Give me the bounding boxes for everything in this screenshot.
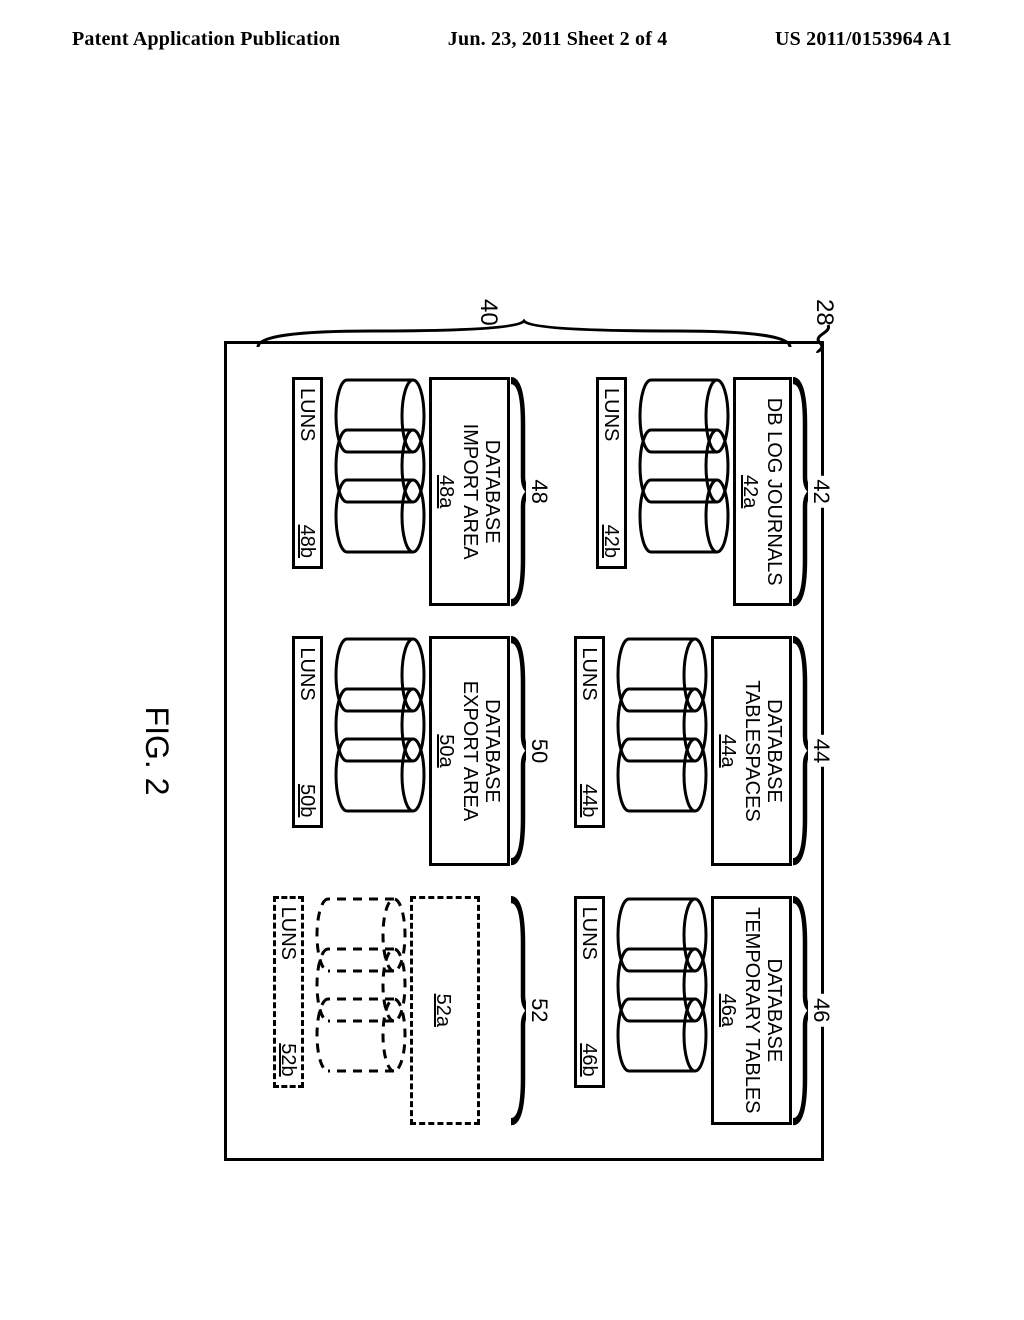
luns-box: LUNS 42b	[596, 377, 627, 569]
outer-ref-label: 28	[810, 299, 838, 326]
cylinder-row	[633, 377, 725, 606]
group-title-box: DATABASETEMPORARY TABLES 46a	[711, 896, 792, 1125]
group-title-box: DATABASEEXPORT AREA 50a	[429, 636, 510, 865]
header-right: US 2011/0153964 A1	[775, 28, 952, 51]
luns-box: LUNS 52b	[273, 896, 304, 1088]
storage-group: 50 DATABASEEXPORT AREA 50a LUNS 50b	[246, 624, 516, 877]
group-ref-label: 48	[526, 475, 552, 507]
group-title-ref: 46a	[716, 905, 739, 1116]
group-title-ref: 42a	[738, 386, 761, 597]
luns-label: LUNS	[577, 647, 600, 700]
group-title-box: DATABASEIMPORT AREA 48a	[429, 377, 510, 606]
group-title: DATABASETEMPORARY TABLES	[741, 905, 785, 1116]
group-title: DATABASEEXPORT AREA	[459, 645, 503, 856]
luns-label: LUNS	[295, 647, 318, 700]
group-ref-label: 42	[808, 475, 834, 507]
cylinder-row	[611, 636, 703, 865]
group-title: DB LOG JOURNALS	[763, 386, 785, 597]
group-ref-label: 46	[808, 994, 834, 1026]
header-left: Patent Application Publication	[72, 28, 340, 51]
group-ref-label: 44	[808, 735, 834, 767]
group-ref-label: 52	[526, 994, 552, 1026]
figure-2-diagram: 28 40 42 DB LOG JOURNALS 42a	[142, 211, 882, 1291]
group-title-ref: 48a	[434, 386, 457, 597]
group-title-box: 52a	[410, 896, 480, 1125]
luns-ref: 44b	[577, 784, 600, 817]
luns-ref: 42b	[599, 525, 622, 558]
luns-ref: 48b	[295, 525, 318, 558]
luns-ref: 46b	[577, 1043, 600, 1076]
cylinder-row	[329, 636, 421, 865]
storage-group: 42 DB LOG JOURNALS 42a LUNS 42b	[528, 365, 798, 618]
side-ref-label: 40	[474, 299, 502, 326]
luns-label: LUNS	[295, 388, 318, 441]
header-middle: Jun. 23, 2011 Sheet 2 of 4	[448, 28, 668, 51]
luns-box: LUNS 44b	[574, 636, 605, 828]
storage-group: 46 DATABASETEMPORARY TABLES 46a LUNS 46b	[528, 884, 798, 1137]
cylinder-row	[611, 896, 703, 1125]
luns-label: LUNS	[577, 907, 600, 960]
group-title-box: DB LOG JOURNALS 42a	[733, 377, 792, 606]
cylinder-row	[329, 377, 421, 606]
group-title-ref: 50a	[434, 645, 457, 856]
storage-group: 44 DATABASETABLESPACES 44a LUNS 44b	[528, 624, 798, 877]
group-title-box: DATABASETABLESPACES 44a	[711, 636, 792, 865]
storage-group: 48 DATABASEIMPORT AREA 48a LUNS 48b	[246, 365, 516, 618]
group-title: DATABASETABLESPACES	[741, 645, 785, 856]
group-title: DATABASEIMPORT AREA	[459, 386, 503, 597]
side-brace-icon	[252, 317, 796, 357]
figure-caption: FIG. 2	[138, 707, 175, 796]
luns-label: LUNS	[276, 907, 299, 960]
cylinder-row	[310, 896, 402, 1125]
luns-label: LUNS	[599, 388, 622, 441]
luns-ref: 52b	[276, 1043, 299, 1076]
luns-ref: 50b	[295, 784, 318, 817]
luns-box: LUNS 48b	[292, 377, 323, 569]
group-title-ref: 52a	[432, 994, 455, 1027]
luns-box: LUNS 46b	[574, 896, 605, 1088]
luns-box: LUNS 50b	[292, 636, 323, 828]
group-ref-label: 50	[526, 735, 552, 767]
group-title-ref: 44a	[716, 645, 739, 856]
storage-group: 52 52a LUNS 52b	[246, 884, 516, 1137]
